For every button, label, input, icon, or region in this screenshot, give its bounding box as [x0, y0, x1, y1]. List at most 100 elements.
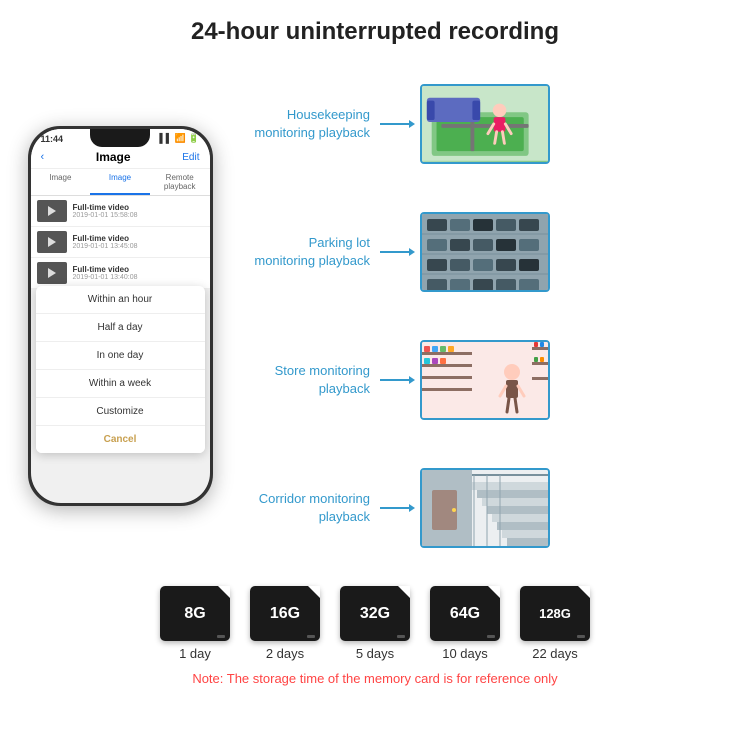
video-date-2: 2019-01-01 13:45:08: [73, 243, 138, 250]
parking-connector: [380, 251, 410, 253]
memory-cards-row: 8G 1 day 16G 2 days 32G 5 days: [160, 586, 590, 661]
monitoring-corridor: Corridor monitoringplayback: [230, 468, 730, 548]
storage-note: Note: The storage time of the memory car…: [192, 671, 557, 686]
sd-card-128g: 128G: [520, 586, 590, 641]
housekeeping-img-content: [422, 86, 548, 162]
card-days-64g: 10 days: [442, 646, 488, 661]
video-item-1[interactable]: Full-time video 2019-01-01 15:58:08: [31, 196, 210, 227]
sd-notch: [398, 586, 410, 598]
memory-card-128g: 128G 22 days: [520, 586, 590, 661]
monitoring-section: Housekeepingmonitoring playback: [230, 56, 730, 576]
arrow-icon: [409, 504, 415, 512]
screen-title: Image: [96, 150, 131, 164]
card-days-128g: 22 days: [532, 646, 578, 661]
dropdown-cancel[interactable]: Cancel: [36, 426, 205, 453]
signal-icons: ▌▌ 📶 🔋: [159, 133, 199, 144]
store-label: Store monitoringplayback: [230, 362, 370, 398]
time-display: 11:44: [41, 134, 64, 144]
card-days-8g: 1 day: [179, 646, 211, 661]
video-item-2[interactable]: Full-time video 2019-01-01 13:45:08: [31, 227, 210, 258]
monitoring-housekeeping: Housekeepingmonitoring playback: [230, 84, 730, 164]
card-days-16g: 2 days: [266, 646, 304, 661]
sd-connector: [307, 635, 315, 638]
phone-device: 11:44 ▌▌ 📶 🔋 ‹ Image Edit Image Image Re…: [28, 126, 213, 506]
memory-card-8g: 8G 1 day: [160, 586, 230, 661]
parking-text: Parking lotmonitoring playback: [254, 235, 370, 268]
housekeeping-image: [420, 84, 550, 164]
sd-notch: [308, 586, 320, 598]
phone-screen: 11:44 ▌▌ 📶 🔋 ‹ Image Edit Image Image Re…: [31, 129, 210, 503]
arrow-icon: [409, 248, 415, 256]
corridor-text: Corridor monitoringplayback: [259, 491, 370, 524]
edit-button[interactable]: Edit: [182, 152, 199, 163]
parking-img-content: [422, 214, 548, 290]
store-scene-svg: [422, 342, 548, 418]
sd-notch: [578, 586, 590, 598]
video-date-3: 2019-01-01 13:40:08: [73, 274, 138, 281]
monitoring-parking: Parking lotmonitoring playback: [230, 212, 730, 292]
store-img-content: [422, 342, 548, 418]
corridor-connector: [380, 507, 410, 509]
dropdown-one-day[interactable]: In one day: [36, 342, 205, 370]
video-info-3: Full-time video 2019-01-01 13:40:08: [73, 265, 138, 281]
sd-connector: [217, 635, 225, 638]
arrow-icon: [409, 120, 415, 128]
phone-mockup: 11:44 ▌▌ 📶 🔋 ‹ Image Edit Image Image Re…: [20, 56, 220, 576]
sd-label-32g: 32G: [360, 605, 390, 623]
screen-header: ‹ Image Edit: [31, 146, 210, 169]
sd-label-64g: 64G: [450, 605, 480, 623]
monitoring-store: Store monitoringplayback: [230, 340, 730, 420]
card-days-32g: 5 days: [356, 646, 394, 661]
video-info-2: Full-time video 2019-01-01 13:45:08: [73, 234, 138, 250]
sd-label-128g: 128G: [539, 606, 571, 621]
parking-label: Parking lotmonitoring playback: [230, 234, 370, 270]
sd-card-64g: 64G: [430, 586, 500, 641]
memory-section: 8G 1 day 16G 2 days 32G 5 days: [0, 576, 750, 691]
sd-connector: [487, 635, 495, 638]
dropdown-half-day[interactable]: Half a day: [36, 314, 205, 342]
arrow-icon: [409, 376, 415, 384]
page-title: 24-hour uninterrupted recording: [0, 0, 750, 56]
dropdown-customize[interactable]: Customize: [36, 398, 205, 426]
corridor-img-content: [422, 470, 548, 546]
sd-notch: [488, 586, 500, 598]
sd-card-16g: 16G: [250, 586, 320, 641]
store-image: [420, 340, 550, 420]
tab-image2[interactable]: Image: [90, 169, 150, 195]
video-info-1: Full-time video 2019-01-01 15:58:08: [73, 203, 138, 219]
play-icon-1: [48, 206, 56, 216]
dropdown-week[interactable]: Within a week: [36, 370, 205, 398]
dropdown-within-hour[interactable]: Within an hour: [36, 286, 205, 314]
housekeeping-connector: [380, 123, 410, 125]
corridor-scene-svg: [422, 470, 548, 546]
sd-connector: [577, 635, 585, 638]
sd-card-8g: 8G: [160, 586, 230, 641]
housekeeping-text: Housekeepingmonitoring playback: [254, 107, 370, 140]
sd-label-8g: 8G: [184, 605, 205, 623]
play-icon-2: [48, 237, 56, 247]
tab-image[interactable]: Image: [31, 169, 91, 195]
parking-scene-svg: [422, 214, 548, 290]
video-title-3: Full-time video: [73, 265, 138, 274]
main-content: 11:44 ▌▌ 📶 🔋 ‹ Image Edit Image Image Re…: [0, 56, 750, 576]
store-connector: [380, 379, 410, 381]
corridor-image: [420, 468, 550, 548]
back-arrow: ‹: [41, 151, 45, 163]
video-thumb-1: [37, 200, 67, 222]
dropdown-menu[interactable]: Within an hour Half a day In one day Wit…: [36, 286, 205, 453]
housekeeping-label: Housekeepingmonitoring playback: [230, 106, 370, 142]
parking-image: [420, 212, 550, 292]
sd-notch: [218, 586, 230, 598]
store-text: Store monitoringplayback: [275, 363, 370, 396]
tab-remote[interactable]: Remote playback: [150, 169, 210, 195]
video-thumb-3: [37, 262, 67, 284]
housekeeping-scene-svg: [422, 86, 548, 162]
sd-label-16g: 16G: [270, 605, 300, 623]
sd-card-32g: 32G: [340, 586, 410, 641]
video-item-3[interactable]: Full-time video 2019-01-01 13:40:08: [31, 258, 210, 289]
sd-connector: [397, 635, 405, 638]
play-icon-3: [48, 268, 56, 278]
video-title-1: Full-time video: [73, 203, 138, 212]
corridor-label: Corridor monitoringplayback: [230, 490, 370, 526]
memory-card-64g: 64G 10 days: [430, 586, 500, 661]
